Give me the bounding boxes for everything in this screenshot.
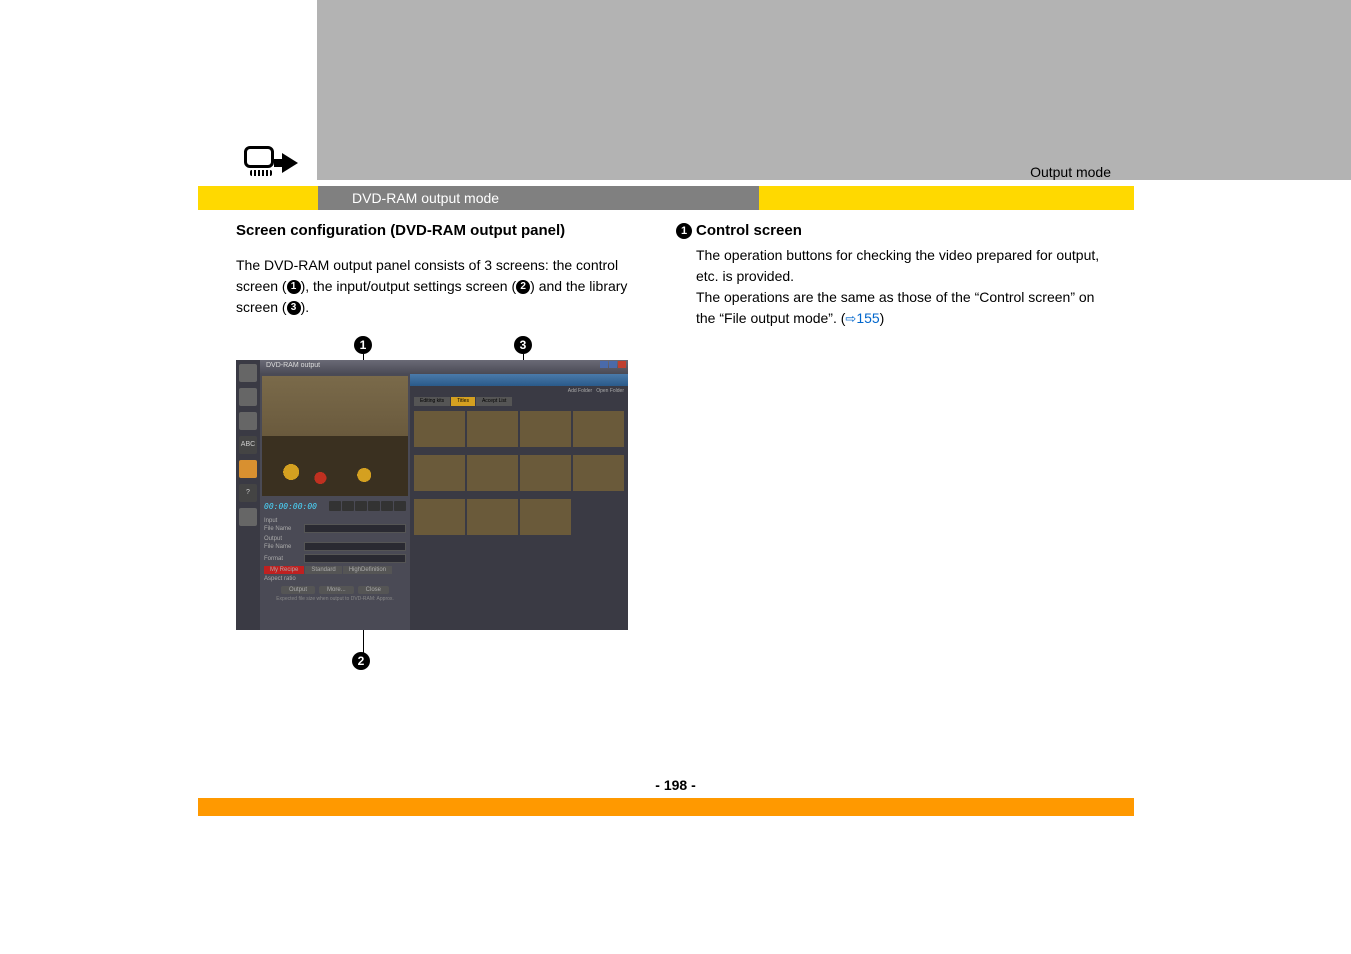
ss-thumb bbox=[520, 499, 571, 541]
ss-control-panel: 00:00:00:00 bbox=[260, 374, 410, 630]
ss-thumb bbox=[467, 411, 518, 453]
circled-2-inline: 2 bbox=[516, 280, 530, 294]
ss-titlebar: DVD-RAM output bbox=[260, 360, 628, 374]
close-icon bbox=[618, 361, 626, 368]
ss-btn-close: Close bbox=[358, 586, 389, 594]
page-ref-link[interactable]: 155 bbox=[856, 310, 879, 326]
left-paragraph: The DVD-RAM output panel consists of 3 s… bbox=[236, 255, 636, 318]
ss-sidebar-icon-output bbox=[239, 460, 257, 478]
ss-thumb bbox=[414, 499, 465, 541]
section-band: DVD-RAM output mode bbox=[198, 186, 1134, 210]
para-text-d: ). bbox=[301, 299, 310, 315]
circled-1-right: 1 bbox=[676, 223, 692, 239]
page-number: - 198 - bbox=[0, 777, 1351, 793]
screenshot-figure: 1 3 ABC ? DVD-R bbox=[236, 336, 636, 630]
callout-1: 1 bbox=[354, 336, 372, 354]
link-arrow-icon: ⇨ bbox=[845, 311, 856, 326]
output-mode-label: Output mode bbox=[1030, 164, 1111, 180]
ss-transport-btn bbox=[368, 501, 380, 511]
ss-thumb bbox=[573, 455, 624, 497]
ss-sidebar-icon-7 bbox=[239, 508, 257, 526]
ss-thumb bbox=[467, 499, 518, 541]
ss-library-panel: Add Folder Open Folder Editing kits Titl… bbox=[410, 374, 628, 630]
ss-sidebar-icon-2 bbox=[239, 388, 257, 406]
ss-thumb bbox=[520, 411, 571, 453]
section-title: DVD-RAM output mode bbox=[318, 186, 759, 210]
ss-tab-standard: Standard bbox=[305, 566, 341, 574]
ss-tab-recipe: My Recipe bbox=[264, 566, 304, 574]
ss-transport-btn bbox=[394, 501, 406, 511]
ss-btn-output: Output bbox=[281, 586, 315, 594]
monitor-icon bbox=[244, 146, 278, 180]
callout-2: 2 bbox=[352, 652, 370, 670]
callout-3: 3 bbox=[514, 336, 532, 354]
ss-lib-titlebar bbox=[410, 374, 628, 386]
right-para-2a: The operations are the same as those of … bbox=[696, 289, 1094, 326]
arrow-right-icon bbox=[282, 153, 298, 173]
ss-transport-btn bbox=[355, 501, 367, 511]
ss-thumb bbox=[467, 455, 518, 497]
circled-3-inline: 3 bbox=[287, 301, 301, 315]
ss-timeline: 00:00:00:00 bbox=[260, 498, 410, 514]
ss-lib-open: Open Folder bbox=[596, 388, 624, 394]
ss-sidebar-icon-3 bbox=[239, 412, 257, 430]
ss-thumb bbox=[414, 411, 465, 453]
ss-sidebar-icon-abc: ABC bbox=[239, 436, 257, 454]
ss-input-field bbox=[304, 524, 406, 533]
ss-lib-tab-editing: Editing kits bbox=[414, 397, 450, 406]
ss-lib-add: Add Folder bbox=[568, 388, 592, 394]
ss-tab-hd: HighDefinition bbox=[343, 566, 392, 574]
para-text-b: ), the input/output settings screen ( bbox=[301, 278, 517, 294]
right-heading-text: Control screen bbox=[696, 222, 802, 239]
ss-lib-tab-accept: Accept List bbox=[476, 397, 512, 406]
ss-btn-more: More... bbox=[319, 586, 354, 594]
ss-sidebar-icon-1 bbox=[239, 364, 257, 382]
right-para-1: The operation buttons for checking the v… bbox=[696, 245, 1116, 287]
ss-output-field bbox=[304, 542, 406, 551]
ss-sidebar: ABC ? bbox=[236, 360, 260, 630]
mode-icon bbox=[244, 140, 314, 186]
ss-thumb bbox=[573, 411, 624, 453]
ss-filename-label: File Name bbox=[264, 526, 300, 532]
bottom-orange-bar bbox=[198, 798, 1134, 816]
top-gray-bar bbox=[317, 0, 1351, 180]
circled-1-inline: 1 bbox=[287, 280, 301, 294]
right-para-2c: ) bbox=[880, 310, 885, 326]
ss-transport-btn bbox=[381, 501, 393, 511]
minimize-icon bbox=[600, 361, 608, 368]
ss-thumb bbox=[520, 455, 571, 497]
ss-sidebar-icon-help: ? bbox=[239, 484, 257, 502]
app-screenshot: ABC ? DVD-RAM output bbox=[236, 360, 628, 630]
ss-timecode: 00:00:00:00 bbox=[264, 502, 317, 511]
ss-lib-toolbar: Add Folder Open Folder bbox=[410, 386, 628, 396]
ss-aspect-label: Aspect ratio bbox=[264, 576, 300, 582]
ss-preview bbox=[262, 376, 408, 496]
ss-lib-tab-titles: Titles bbox=[451, 397, 475, 406]
right-heading: 1 Control screen bbox=[676, 222, 1116, 239]
ss-transport-btn bbox=[329, 501, 341, 511]
maximize-icon bbox=[609, 361, 617, 368]
ss-format-label: Format bbox=[264, 556, 300, 562]
ss-settings: Input File Name Output File Name bbox=[260, 514, 410, 606]
ss-expected-size: Expected file size when output to DVD-RA… bbox=[264, 596, 406, 602]
ss-thumb bbox=[414, 455, 465, 497]
ss-filename-label2: File Name bbox=[264, 544, 300, 550]
right-para-2: The operations are the same as those of … bbox=[696, 287, 1116, 329]
ss-transport-btn bbox=[342, 501, 354, 511]
ss-thumbnails bbox=[410, 407, 628, 630]
left-heading: Screen configuration (DVD-RAM output pan… bbox=[236, 222, 636, 239]
ss-format-field bbox=[304, 554, 406, 563]
